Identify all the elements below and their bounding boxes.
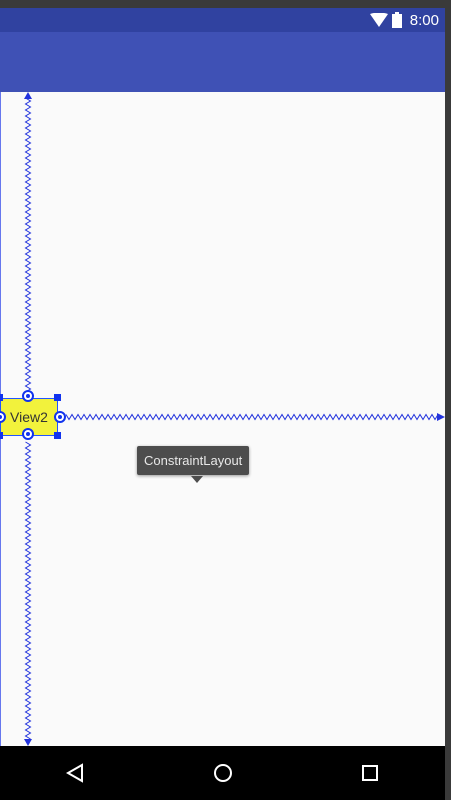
back-icon[interactable] (61, 759, 89, 787)
top-constraint-zigzag (24, 97, 32, 393)
resize-handle-top-left[interactable] (0, 394, 3, 401)
status-bar: 8:00 (0, 8, 445, 32)
resize-handle-bottom-left[interactable] (0, 432, 3, 439)
app-bar (0, 32, 445, 92)
constraint-layout-tooltip: ConstraintLayout (137, 446, 250, 475)
recents-icon[interactable] (356, 759, 384, 787)
device-frame-edge (445, 0, 451, 800)
device-screen: 8:00 View2 ConstraintLayout (0, 0, 445, 800)
navigation-bar (0, 746, 445, 800)
top-constraint-arrow (24, 92, 32, 99)
wifi-icon (369, 13, 388, 27)
widget-handles (0, 390, 66, 440)
resize-handle-bottom-right[interactable] (54, 432, 61, 439)
bottom-constraint-zigzag (24, 441, 32, 740)
right-constraint-zigzag (65, 413, 439, 421)
status-icons: 8:00 (369, 8, 439, 32)
right-constraint-arrow (437, 413, 445, 421)
status-time: 8:00 (409, 11, 439, 29)
resize-handle-top-right[interactable] (54, 394, 61, 401)
battery-icon (391, 12, 402, 28)
tooltip-arrow (191, 476, 203, 483)
bottom-constraint-arrow (24, 739, 32, 746)
layout-canvas[interactable]: View2 ConstraintLayout (0, 92, 445, 746)
home-icon[interactable] (209, 759, 237, 787)
